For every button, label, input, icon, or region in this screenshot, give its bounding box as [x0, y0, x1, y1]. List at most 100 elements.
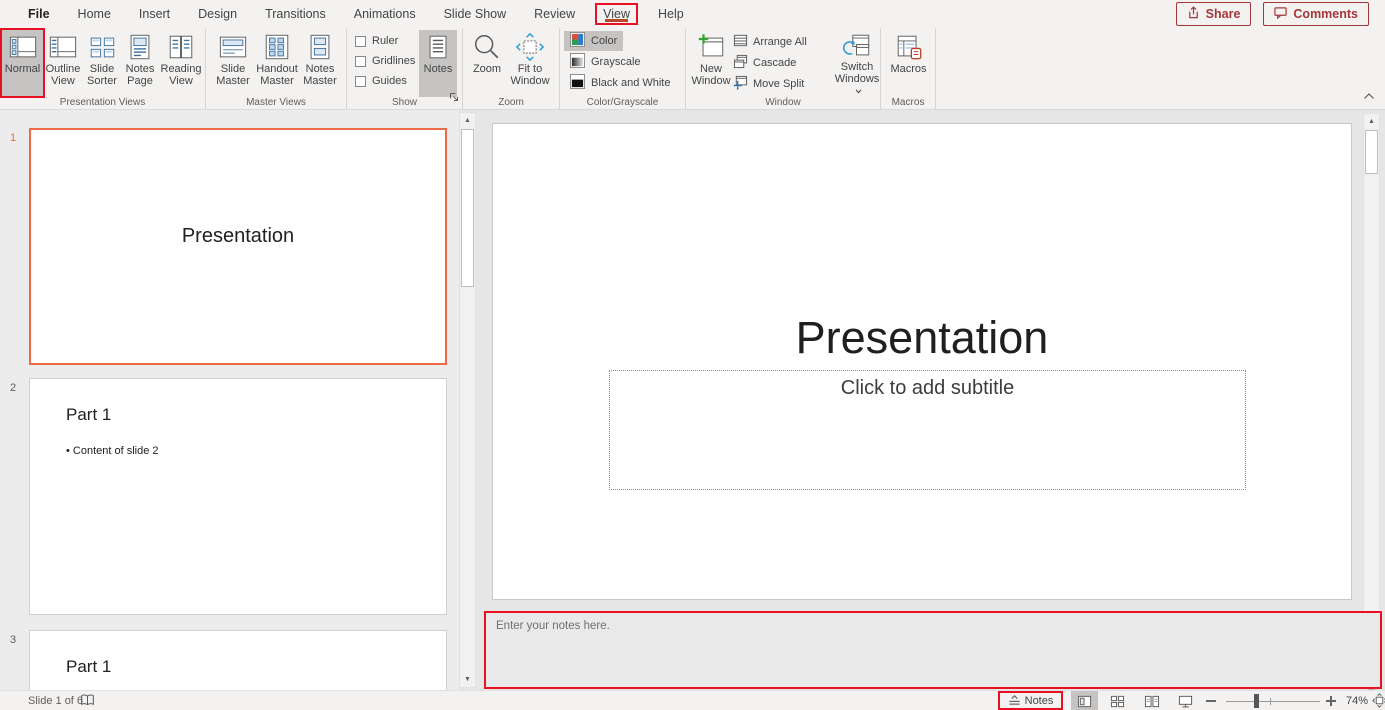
new-window-button[interactable]: New Window	[690, 30, 732, 96]
slide-title-text[interactable]: Presentation	[493, 312, 1351, 364]
gridlines-checkbox-box[interactable]	[355, 56, 366, 67]
normal-view-button[interactable]: Normal	[2, 30, 43, 96]
tab-file[interactable]: File	[14, 3, 64, 25]
ribbon-notes-label: Notes	[424, 63, 453, 75]
notes-placeholder-text: Enter your notes here.	[496, 620, 1380, 632]
group-label-master-views: Master Views	[206, 97, 346, 108]
tab-view-active[interactable]: View	[595, 3, 638, 25]
statusbar-slide-sorter-button[interactable]	[1104, 691, 1131, 710]
group-macros: Macros Macros	[881, 28, 936, 109]
notes-panel[interactable]: Enter your notes here.	[484, 611, 1382, 689]
main-scrollbar[interactable]: ▲ ▼	[1363, 113, 1380, 673]
zoom-label: Zoom	[473, 63, 501, 75]
slide-1-thumbnail-title: Presentation	[31, 225, 445, 248]
tab-review[interactable]: Review	[520, 3, 589, 25]
share-label: Share	[1206, 7, 1241, 21]
slide-master-button[interactable]: Slide Master	[212, 30, 254, 96]
arrange-all-button[interactable]: Arrange All	[733, 33, 807, 50]
zoom-percentage[interactable]: 74%	[1342, 695, 1368, 707]
reading-view-icon	[166, 31, 196, 63]
grayscale-button[interactable]: Grayscale	[564, 52, 647, 72]
notes-toggle-button[interactable]: Notes	[419, 30, 457, 97]
statusbar-reading-view-button[interactable]	[1138, 691, 1165, 710]
switch-windows-icon	[842, 31, 872, 61]
handout-master-button[interactable]: Handout Master	[254, 30, 300, 96]
switch-windows-button[interactable]: Switch Windows	[834, 30, 880, 96]
group-presentation-views: Normal Outline View Slide Sorter	[0, 28, 206, 109]
comments-button[interactable]: Comments	[1263, 2, 1369, 26]
cascade-label: Cascade	[753, 57, 796, 69]
slide-sorter-button[interactable]: Slide Sorter	[83, 30, 121, 96]
fit-to-window-label: Fit to Window	[506, 63, 554, 87]
statusbar-slideshow-button[interactable]	[1172, 691, 1199, 710]
menu-bar: File Home Insert Design Transitions Anim…	[0, 0, 1385, 28]
gridlines-checkbox[interactable]: Gridlines	[355, 55, 415, 67]
tab-design[interactable]: Design	[184, 3, 251, 25]
fit-to-window-button[interactable]: Fit to Window	[506, 30, 554, 96]
zoom-out-icon[interactable]	[1206, 700, 1216, 702]
thumbnail-scroll-down-icon[interactable]: ▼	[460, 672, 475, 687]
statusbar-notes-button[interactable]: Notes	[998, 691, 1063, 710]
workspace: 1 Presentation 2 Part 1 • Content of sli…	[0, 110, 1385, 690]
powerpoint-window: File Home Insert Design Transitions Anim…	[0, 0, 1385, 710]
spell-check-book-icon[interactable]	[80, 693, 95, 710]
chevron-down-icon	[855, 85, 862, 97]
macros-button[interactable]: Macros	[886, 30, 931, 96]
arrange-all-icon	[733, 33, 748, 51]
subtitle-placeholder-box[interactable]: Click to add subtitle	[609, 370, 1246, 490]
share-button[interactable]: Share	[1176, 2, 1252, 26]
ruler-checkbox-box[interactable]	[355, 36, 366, 47]
slide-master-icon	[218, 31, 248, 63]
main-scroll-up-icon[interactable]: ▲	[1364, 114, 1379, 129]
thumbnail-scroll-up-icon[interactable]: ▲	[460, 113, 475, 128]
tab-insert[interactable]: Insert	[125, 3, 184, 25]
color-mode-button[interactable]: Color	[564, 31, 623, 51]
slide-2-thumbnail[interactable]: Part 1 • Content of slide 2	[29, 378, 447, 615]
slide-2-number: 2	[10, 382, 16, 394]
tab-animations[interactable]: Animations	[340, 3, 430, 25]
guides-checkbox-box[interactable]	[355, 76, 366, 87]
statusbar-normal-view-button[interactable]	[1071, 691, 1098, 710]
slide-3-thumbnail-title: Part 1	[66, 657, 111, 677]
statusbar-notes-label: Notes	[1025, 695, 1054, 707]
zoom-slider-tick	[1270, 698, 1271, 705]
tab-home[interactable]: Home	[64, 3, 125, 25]
slide-1-thumbnail[interactable]: Presentation	[29, 128, 447, 365]
notes-master-button[interactable]: Notes Master	[300, 30, 340, 96]
ruler-checkbox[interactable]: Ruler	[355, 35, 415, 47]
menu-tabs: File Home Insert Design Transitions Anim…	[0, 0, 698, 28]
fit-to-window-icon	[515, 31, 545, 63]
slide-sorter-icon	[87, 31, 117, 63]
guides-checkbox[interactable]: Guides	[355, 75, 415, 87]
zoom-button[interactable]: Zoom	[468, 30, 506, 96]
notes-master-label: Notes Master	[300, 63, 340, 87]
black-and-white-button[interactable]: Black and White	[564, 73, 676, 93]
notes-page-button[interactable]: Notes Page	[121, 30, 159, 96]
cascade-button[interactable]: Cascade	[733, 54, 807, 71]
move-split-icon	[733, 75, 748, 93]
tab-transitions[interactable]: Transitions	[251, 3, 340, 25]
outline-view-button[interactable]: Outline View	[43, 30, 83, 96]
zoom-slider-track[interactable]	[1226, 701, 1320, 702]
thumbnail-scrollbar[interactable]: ▲ ▼	[459, 112, 476, 688]
fit-slide-to-window-icon[interactable]	[1372, 693, 1385, 710]
reading-view-button[interactable]: Reading View	[159, 30, 203, 96]
slide-3-thumbnail[interactable]: Part 1	[29, 630, 447, 690]
new-window-icon	[696, 31, 726, 63]
grayscale-label: Grayscale	[591, 56, 641, 68]
new-window-label: New Window	[690, 63, 732, 87]
thumbnail-scrollbar-thumb[interactable]	[461, 129, 474, 287]
collapse-ribbon-icon[interactable]	[1363, 87, 1375, 105]
tab-help[interactable]: Help	[644, 3, 698, 25]
notes-page-icon	[125, 31, 155, 63]
slide-indicator: Slide 1 of 6	[28, 695, 83, 707]
slide-canvas[interactable]: Presentation Click to add subtitle	[492, 123, 1352, 600]
tab-slide-show[interactable]: Slide Show	[430, 3, 521, 25]
group-color-grayscale: Color Grayscale Black and White Color/Gr…	[560, 28, 686, 109]
group-label-color-grayscale: Color/Grayscale	[560, 97, 685, 108]
handout-master-icon	[262, 31, 292, 63]
main-scrollbar-thumb[interactable]	[1365, 130, 1378, 174]
zoom-slider-thumb[interactable]	[1254, 694, 1259, 708]
comments-label: Comments	[1293, 7, 1358, 21]
move-split-button[interactable]: Move Split	[733, 75, 807, 92]
